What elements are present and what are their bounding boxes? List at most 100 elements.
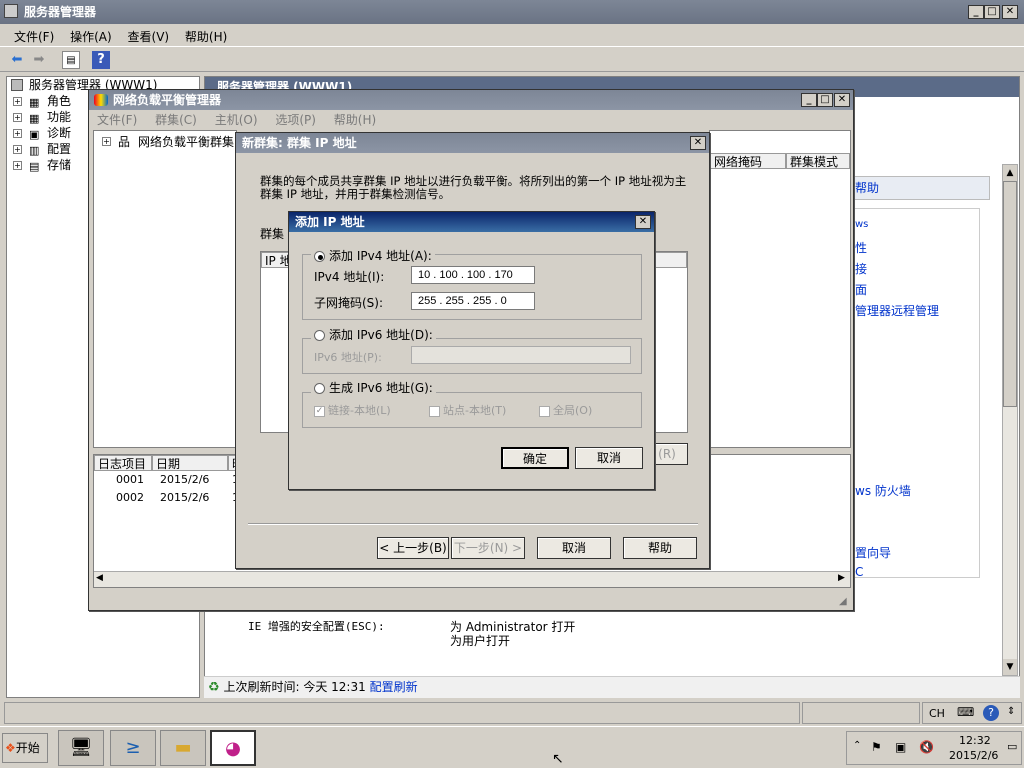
tray-network-icon[interactable]: ▣ xyxy=(895,740,906,754)
tray-expand-icon[interactable]: ⌃ xyxy=(853,740,861,751)
col-netmask[interactable]: 网络掩码 xyxy=(710,153,786,169)
link-c[interactable]: C xyxy=(855,565,863,579)
main-vertical-scrollbar[interactable]: ▲ ▼ xyxy=(1002,164,1018,676)
configure-refresh-link[interactable]: 配置刷新 xyxy=(370,680,418,694)
link-connect[interactable]: 接 xyxy=(855,260,867,277)
nlb-menu-cluster[interactable]: 群集(C) xyxy=(155,113,197,127)
log-col-item[interactable]: 日志项目 xyxy=(94,455,152,471)
nlb-menu-host[interactable]: 主机(O) xyxy=(215,113,258,127)
gen-ipv6-radio[interactable] xyxy=(314,383,325,394)
ipv4-address-field[interactable]: 10 . 100 . 100 . 170 xyxy=(411,266,535,284)
status-bar-left xyxy=(4,702,800,724)
close-button[interactable]: ✕ xyxy=(1002,5,1018,19)
nlb-close-button[interactable]: ✕ xyxy=(834,93,850,107)
link-local-checkbox[interactable]: ✓ 链接-本地(L) xyxy=(314,402,391,418)
log-horizontal-scrollbar[interactable]: ◀ ▶ xyxy=(94,571,850,587)
taskbar-nlb-manager[interactable]: ◕ xyxy=(210,730,256,766)
nlb-maximize-button[interactable]: □ xyxy=(817,93,833,107)
scroll-down-arrow-icon[interactable]: ▼ xyxy=(1003,659,1017,675)
link-ws[interactable]: ws xyxy=(855,219,868,230)
expand-box-icon[interactable]: + xyxy=(102,137,111,146)
wizard-help-button[interactable]: 帮助 xyxy=(623,537,697,559)
wizard-separator xyxy=(248,523,698,525)
maximize-button[interactable]: □ xyxy=(984,5,1000,19)
server-manager-task-icon: 🖥 xyxy=(69,737,93,758)
taskbar-powershell[interactable]: ≥ xyxy=(110,730,156,766)
ipv6-option[interactable]: 添加 IPv6 地址(D): xyxy=(311,326,436,343)
add-ip-cancel-button[interactable]: 取消 xyxy=(575,447,643,469)
site-local-checkbox[interactable]: 站点-本地(T) xyxy=(429,402,506,418)
tree-label-storage: 存储 xyxy=(47,158,72,172)
next-button[interactable]: 下一步(N) > xyxy=(451,537,525,559)
show-hide-tree-icon[interactable]: ▤ xyxy=(62,51,80,69)
tree-label-roles: 角色 xyxy=(47,94,72,108)
server-icon xyxy=(11,79,23,91)
gen-ipv6-option[interactable]: 生成 IPv6 地址(G): xyxy=(311,379,436,396)
forward-arrow-icon[interactable]: ➡ xyxy=(30,51,48,69)
taskbar-explorer[interactable]: ▬ xyxy=(160,730,206,766)
link-remote-management[interactable]: 管理器远程管理 xyxy=(855,302,939,319)
storage-icon: ▤ xyxy=(29,160,40,173)
ok-button[interactable]: 确定 xyxy=(501,447,569,469)
new-cluster-close-button[interactable]: ✕ xyxy=(690,136,706,150)
table-row[interactable]: 0001 xyxy=(116,473,144,486)
col-cluster-mode[interactable]: 群集模式 xyxy=(786,153,850,169)
ipv6-address-field[interactable] xyxy=(411,346,631,364)
ipv4-option[interactable]: 添加 IPv4 地址(A): xyxy=(311,247,435,264)
global-checkbox[interactable]: 全局(O) xyxy=(539,402,592,418)
scroll-right-arrow-icon[interactable]: ▶ xyxy=(838,573,845,583)
link-firewall[interactable]: ws 防火墙 xyxy=(855,482,911,499)
add-ip-dialog: 添加 IP 地址 ✕ 添加 IPv4 地址(A): IPv4 地址(I): 10… xyxy=(288,211,655,490)
taskbar-server-manager[interactable]: 🖥 xyxy=(58,730,104,766)
log-col-date[interactable]: 日期 xyxy=(152,455,228,471)
nlb-menu-help[interactable]: 帮助(H) xyxy=(334,113,376,127)
nlb-menu-file[interactable]: 文件(F) xyxy=(97,113,137,127)
table-row[interactable]: 2015/2/6 xyxy=(160,473,209,486)
link-local-check-icon: ✓ xyxy=(314,405,325,417)
refresh-label: 上次刷新时间: 今天 12:31 xyxy=(223,680,366,694)
link-config-wizard[interactable]: 置向导 xyxy=(855,544,891,561)
link-properties[interactable]: 性 xyxy=(855,239,867,256)
ie-esc-label: IE 增强的安全配置(ESC): xyxy=(248,620,385,633)
subnet-mask-field[interactable]: 255 . 255 . 255 . 0 xyxy=(411,292,535,310)
tray-flag-icon[interactable]: ⚑ xyxy=(871,740,882,754)
help-icon[interactable]: ? xyxy=(92,51,110,69)
back-button[interactable]: < 上一步(B) xyxy=(377,537,449,559)
lang-options-icon[interactable]: ⇕ xyxy=(1007,706,1015,717)
nlb-cluster-tree-item[interactable]: 网络负载平衡群集 xyxy=(138,133,234,150)
start-button[interactable]: ❖开始 xyxy=(2,733,48,763)
clock-date[interactable]: 2015/2/6 xyxy=(949,749,998,762)
lang-indicator[interactable]: CH xyxy=(929,707,945,720)
show-desktop-icon[interactable]: ▭ xyxy=(1007,740,1017,753)
site-local-label: 站点-本地(T) xyxy=(443,404,507,417)
wizard-cancel-button[interactable]: 取消 xyxy=(537,537,611,559)
site-local-check-icon xyxy=(429,405,440,417)
nlb-minimize-button[interactable]: _ xyxy=(801,93,817,107)
scroll-up-arrow-icon[interactable]: ▲ xyxy=(1003,165,1017,181)
back-arrow-icon[interactable]: ⬅ xyxy=(8,51,26,69)
new-cluster-title: 新群集: 群集 IP 地址 xyxy=(242,136,357,150)
clock-time[interactable]: 12:32 xyxy=(959,734,991,747)
nlb-task-icon: ◕ xyxy=(225,738,241,759)
help-link[interactable]: 帮助 xyxy=(855,181,879,195)
scroll-left-arrow-icon[interactable]: ◀ xyxy=(96,573,103,583)
log-id: 0002 xyxy=(116,491,144,504)
main-title-bar: 服务器管理器 _ □ ✕ xyxy=(0,0,1024,24)
lang-help-icon[interactable]: ? xyxy=(983,705,999,721)
scroll-thumb[interactable] xyxy=(1003,181,1017,407)
resize-grip-icon[interactable]: ◢ xyxy=(839,596,847,607)
table-row[interactable]: 2015/2/6 xyxy=(160,491,209,504)
keyboard-icon[interactable]: ⌨ xyxy=(957,705,974,719)
system-tray: ⌃ ⚑ ▣ 🔇 12:32 2015/2/6 ▭ xyxy=(846,731,1022,765)
tray-volume-muted-icon[interactable]: 🔇 xyxy=(919,740,934,754)
ipv6-radio[interactable] xyxy=(314,330,325,341)
table-row[interactable]: 0002 xyxy=(116,491,144,504)
nlb-menu-options[interactable]: 选项(P) xyxy=(275,113,316,127)
ipv4-label: IPv4 地址(I): xyxy=(314,270,385,284)
minimize-button[interactable]: _ xyxy=(968,5,984,19)
start-label: 开始 xyxy=(15,741,40,755)
add-ip-close-button[interactable]: ✕ xyxy=(635,215,651,229)
link-desktop[interactable]: 面 xyxy=(855,281,867,298)
cluster-icon: 品 xyxy=(118,135,131,149)
ipv4-radio[interactable] xyxy=(314,251,325,262)
